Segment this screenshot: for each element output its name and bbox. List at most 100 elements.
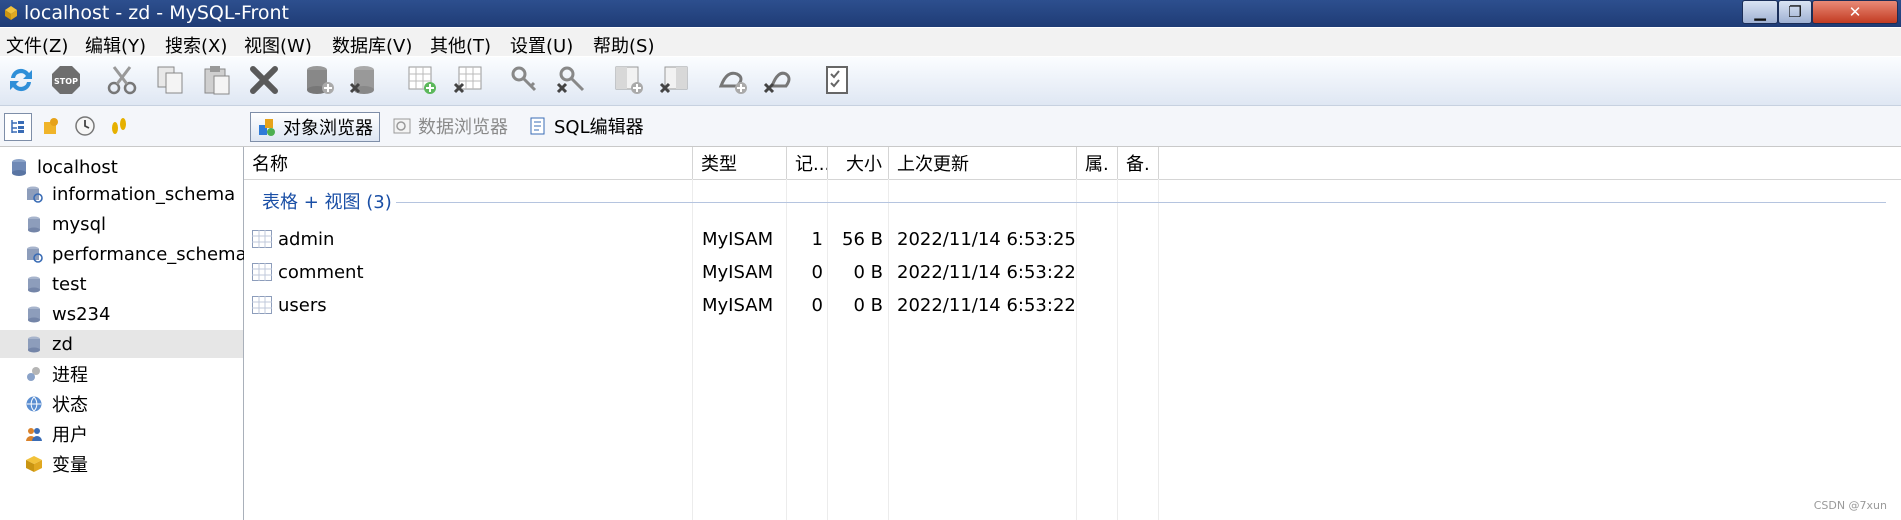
tree-item-label: mysql — [52, 213, 106, 235]
table-row[interactable]: comment MyISAM 0 0 B 2022/11/14 6:53:22 — [244, 256, 1901, 288]
database-icon — [28, 306, 40, 323]
app-icon — [5, 6, 17, 20]
menu-database[interactable]: 数据库(V) — [332, 32, 412, 58]
tree-item-label: information_schema — [52, 183, 236, 205]
title-bar: localhost - zd - MySQL-Front ▁ ❐ ✕ — [0, 0, 1901, 27]
menu-help[interactable]: 帮助(S) — [593, 32, 654, 58]
variables-icon — [26, 456, 42, 472]
history-icon[interactable] — [72, 113, 98, 139]
col-records[interactable]: 记... — [787, 147, 828, 179]
menu-search[interactable]: 搜索(X) — [165, 32, 227, 58]
cell-records: 1 — [811, 228, 823, 250]
cell-type: MyISAM — [702, 228, 774, 250]
drop-table-icon[interactable] — [451, 63, 485, 97]
menu-view[interactable]: 视图(W) — [244, 32, 312, 58]
cell-updated: 2022/11/14 6:53:22 — [897, 294, 1076, 316]
close-icon: ✕ — [1848, 3, 1862, 21]
menu-file[interactable]: 文件(Z) — [6, 32, 68, 58]
paste-icon[interactable] — [200, 63, 234, 97]
tab-sql-editor[interactable]: SQL编辑器 — [522, 112, 650, 140]
stop-icon[interactable]: STOP — [49, 63, 83, 97]
new-field-icon[interactable] — [612, 63, 646, 97]
col-name[interactable]: 名称 — [244, 147, 693, 179]
database-icon — [28, 276, 40, 293]
cut-icon[interactable] — [105, 63, 139, 97]
cell-name: admin — [278, 228, 335, 250]
tree-item-information-schema[interactable]: information_schema — [0, 180, 268, 208]
tree-item-users[interactable]: 用户 — [0, 420, 268, 448]
delete-icon[interactable] — [247, 63, 281, 97]
cell-type: MyISAM — [702, 261, 774, 283]
new-database-icon[interactable] — [303, 63, 337, 97]
cell-name: comment — [278, 261, 364, 283]
tree-item-variables[interactable]: 变量 — [0, 450, 268, 478]
refresh-icon[interactable] — [4, 63, 38, 97]
drop-field-icon[interactable] — [657, 63, 691, 97]
tree-view-icon[interactable] — [4, 113, 32, 141]
new-key-icon[interactable] — [508, 63, 542, 97]
database-icon — [28, 336, 40, 353]
tree-item-localhost[interactable]: localhost — [0, 153, 253, 181]
col-type[interactable]: 类型 — [693, 147, 787, 179]
tree-item-status[interactable]: 状态 — [0, 390, 268, 418]
tree-item-label: 变量 — [52, 455, 88, 476]
minimize-button[interactable]: ▁ — [1742, 0, 1778, 24]
col-updated[interactable]: 上次更新 — [889, 147, 1077, 179]
toolbar: STOP — [0, 57, 1901, 106]
maximize-button[interactable]: ❐ — [1778, 0, 1812, 24]
tree-item-test[interactable]: test — [0, 270, 268, 298]
new-table-icon[interactable] — [405, 63, 439, 97]
close-button[interactable]: ✕ — [1812, 0, 1898, 24]
footprints-icon[interactable] — [106, 113, 132, 139]
menu-edit[interactable]: 编辑(Y) — [85, 32, 146, 58]
cell-size: 0 B — [853, 294, 883, 316]
tree-item-label: 进程 — [52, 365, 88, 386]
table-icon — [252, 230, 272, 248]
table-icon — [252, 263, 272, 281]
cell-size: 0 B — [853, 261, 883, 283]
properties-icon[interactable] — [820, 63, 854, 97]
tree-item-zd[interactable]: zd — [0, 330, 243, 358]
cell-name: users — [278, 294, 327, 316]
copy-icon[interactable] — [153, 63, 187, 97]
tree-item-label: test — [52, 273, 87, 295]
menu-other[interactable]: 其他(T) — [430, 32, 491, 58]
cell-size: 56 B — [842, 228, 883, 250]
col-comment[interactable]: 备. — [1118, 147, 1159, 179]
group-header[interactable]: 表格 + 视图 (3) — [262, 189, 392, 213]
menu-settings[interactable]: 设置(U) — [510, 32, 573, 58]
minimize-icon: ▁ — [1754, 3, 1766, 21]
table-icon — [252, 296, 272, 314]
table-row[interactable]: users MyISAM 0 0 B 2022/11/14 6:53:22 — [244, 289, 1901, 321]
tab-object-browser[interactable]: 对象浏览器 — [250, 112, 380, 142]
tree-item-ws234[interactable]: ws234 — [0, 300, 268, 328]
server-icon — [12, 159, 26, 176]
processes-icon — [27, 367, 40, 381]
cell-records: 0 — [811, 294, 823, 316]
tree-item-mysql[interactable]: mysql — [0, 210, 268, 238]
drop-key-icon[interactable] — [554, 63, 588, 97]
tree-item-label: localhost — [37, 156, 118, 178]
table-row[interactable]: admin MyISAM 1 56 B 2022/11/14 6:53:25 — [244, 223, 1901, 255]
tree-item-label: ws234 — [52, 303, 111, 325]
favorites-icon[interactable] — [38, 113, 64, 139]
cell-updated: 2022/11/14 6:53:25 — [897, 228, 1076, 250]
tab-object-browser-label: 对象浏览器 — [283, 118, 373, 139]
column-headers: 名称 类型 记... 大小 上次更新 属. 备. — [244, 147, 1901, 180]
menu-bar: 文件(Z) 编辑(Y) 搜索(X) 视图(W) 数据库(V) 其他(T) 设置(… — [0, 28, 1901, 58]
cell-updated: 2022/11/14 6:53:22 — [897, 261, 1076, 283]
col-size[interactable]: 大小 — [828, 147, 889, 179]
tab-sql-editor-label: SQL编辑器 — [554, 117, 644, 138]
tab-data-browser[interactable]: 数据浏览器 — [386, 112, 514, 140]
drop-foreign-key-icon[interactable] — [761, 63, 795, 97]
svg-text:STOP: STOP — [54, 77, 78, 86]
tree-item-processes[interactable]: 进程 — [0, 360, 268, 388]
database-icon — [28, 216, 40, 233]
new-foreign-key-icon[interactable] — [716, 63, 750, 97]
window-title: localhost - zd - MySQL-Front — [24, 2, 290, 24]
tree-item-performance-schema[interactable]: performance_schema — [0, 240, 268, 268]
col-attributes[interactable]: 属. — [1077, 147, 1118, 179]
drop-database-icon[interactable] — [347, 63, 381, 97]
maximize-icon: ❐ — [1788, 3, 1802, 21]
tree-item-label: 状态 — [52, 395, 88, 416]
